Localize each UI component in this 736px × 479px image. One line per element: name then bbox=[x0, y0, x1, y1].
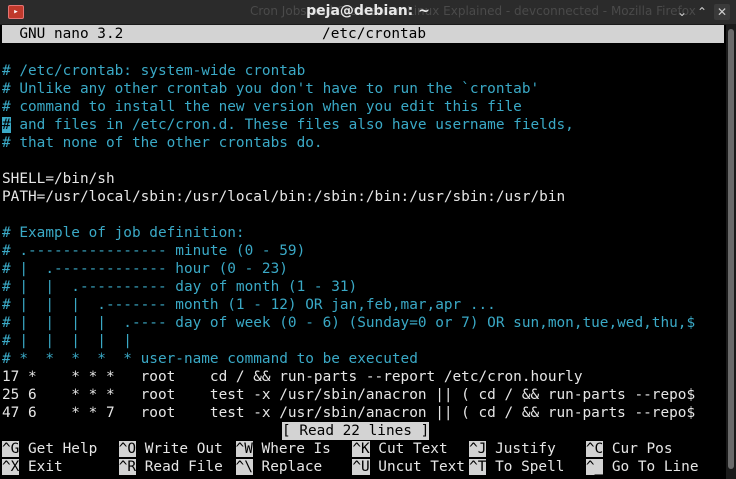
nano-header: GNU nano 3.2/etc/crontab bbox=[2, 25, 724, 43]
shortcut-key: ^X bbox=[2, 459, 20, 475]
shortcut-justify[interactable]: ^J Justify bbox=[469, 440, 556, 458]
close-icon[interactable]: ✕ bbox=[714, 4, 730, 20]
file-name: /etc/crontab bbox=[322, 26, 427, 42]
shortcut-read-file[interactable]: ^R Read File bbox=[118, 458, 223, 476]
comment-line[interactable]: # | | .---------- day of month (1 - 31) bbox=[2, 278, 357, 296]
shortcut-label: Go To Line bbox=[603, 459, 699, 475]
shortcut-key: ^\ bbox=[235, 459, 253, 475]
shortcut-replace[interactable]: ^\ Replace bbox=[235, 458, 323, 476]
shortcut-label: Replace bbox=[252, 459, 323, 475]
comment-line[interactable]: # Example of job definition: bbox=[2, 224, 245, 242]
shortcut-exit[interactable]: ^X Exit bbox=[2, 458, 63, 476]
shortcut-write-out[interactable]: ^O Write Out bbox=[118, 440, 223, 458]
shortcut-label: Justify bbox=[486, 441, 556, 457]
shortcut-key: ^U bbox=[352, 459, 370, 475]
shortcut-to-spell[interactable]: ^T To Spell bbox=[469, 458, 564, 476]
comment-line[interactable]: # | | | | .---- day of week (0 - 6) (Sun… bbox=[2, 314, 695, 332]
window-controls: ⌄ ⌃ ✕ bbox=[674, 4, 730, 20]
shortcut-where-is[interactable]: ^W Where Is bbox=[235, 440, 331, 458]
window-title: peja@debian: ~ bbox=[306, 3, 430, 19]
shortcut-uncut-text[interactable]: ^U Uncut Text bbox=[352, 458, 465, 476]
shortcut-label: Uncut Text bbox=[369, 459, 465, 475]
comment-line[interactable]: # .---------------- minute (0 - 59) bbox=[2, 242, 305, 260]
code-line[interactable]: 17 * * * * root cd / && run-parts --repo… bbox=[2, 368, 582, 386]
shortcut-key: ^J bbox=[469, 441, 487, 457]
maximize-icon[interactable]: ⌃ bbox=[694, 4, 710, 20]
shortcut-label: Read File bbox=[136, 459, 223, 475]
shortcut-key: ^C bbox=[585, 441, 604, 457]
shortcut-label: Exit bbox=[19, 459, 63, 475]
shortcut-go-to-line[interactable]: ^_ Go To Line bbox=[585, 458, 699, 476]
code-line[interactable]: 47 6 * * 7 root test -x /usr/sbin/anacro… bbox=[2, 404, 695, 422]
shortcut-key: ^R bbox=[118, 459, 137, 475]
shortcut-label: Write Out bbox=[136, 441, 223, 457]
comment-line[interactable]: # * * * * * user-name command to be exec… bbox=[2, 350, 418, 368]
comment-line[interactable]: # and files in /etc/cron.d. These files … bbox=[2, 116, 574, 134]
comment-line[interactable]: # /etc/crontab: system-wide crontab bbox=[2, 62, 305, 80]
nano-version: GNU nano 3.2 bbox=[2, 26, 124, 42]
shortcut-label: Where Is bbox=[252, 441, 331, 457]
shortcut-key: ^G bbox=[2, 441, 20, 457]
shortcut-label: To Spell bbox=[486, 459, 565, 475]
shortcut-key: ^T bbox=[469, 459, 487, 475]
shortcut-cut-text[interactable]: ^K Cut Text bbox=[352, 440, 448, 458]
scrollbar-thumb[interactable] bbox=[728, 29, 734, 469]
comment-line[interactable]: # command to install the new version whe… bbox=[2, 98, 522, 116]
terminal-area[interactable]: GNU nano 3.2/etc/crontab # /etc/crontab: … bbox=[2, 25, 724, 479]
scrollbar[interactable] bbox=[726, 25, 736, 479]
shortcut-cur-pos[interactable]: ^C Cur Pos bbox=[585, 440, 673, 458]
comment-line[interactable]: # that none of the other crontabs do. bbox=[2, 134, 323, 152]
minimize-icon[interactable]: ⌄ bbox=[674, 4, 690, 20]
shortcut-key: ^W bbox=[235, 441, 253, 457]
code-line[interactable]: PATH=/usr/local/sbin:/usr/local/bin:/sbi… bbox=[2, 188, 565, 206]
code-line[interactable]: 25 6 * * * root test -x /usr/sbin/anacro… bbox=[2, 386, 695, 404]
window-titlebar: ▸ Cron Jobs and Crontab on Linux Explain… bbox=[0, 0, 736, 25]
comment-line[interactable]: # Unlike any other crontab you don't hav… bbox=[2, 80, 539, 98]
shortcut-label: Get Help bbox=[19, 441, 98, 457]
shortcut-label: Cut Text bbox=[369, 441, 448, 457]
shortcut-key: ^_ bbox=[585, 459, 604, 475]
text-cursor: # bbox=[2, 117, 11, 133]
comment-line[interactable]: # | .------------- hour (0 - 23) bbox=[2, 260, 288, 278]
shortcut-label: Cur Pos bbox=[603, 441, 673, 457]
status-message: [ Read 22 lines ] bbox=[282, 422, 430, 440]
shortcut-get-help[interactable]: ^G Get Help bbox=[2, 440, 97, 458]
code-line[interactable]: SHELL=/bin/sh bbox=[2, 170, 115, 188]
comment-line[interactable]: # | | | .------- month (1 - 12) OR jan,f… bbox=[2, 296, 496, 314]
shortcut-key: ^K bbox=[352, 441, 370, 457]
comment-line[interactable]: # | | | | | bbox=[2, 332, 132, 350]
shortcut-key: ^O bbox=[118, 441, 137, 457]
